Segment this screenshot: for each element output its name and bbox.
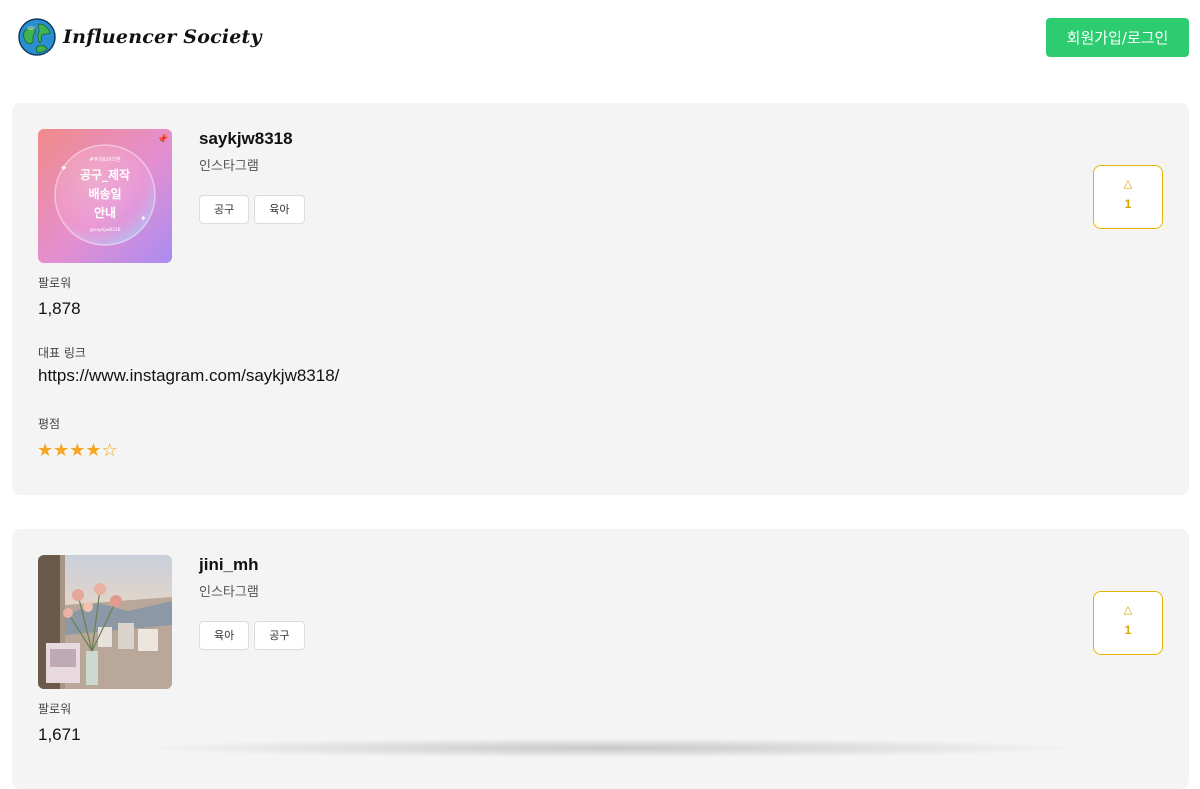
thumb-small-text: #주의&미리맨: [89, 156, 120, 163]
bottom-shadow: [130, 738, 1090, 758]
representative-link[interactable]: https://www.instagram.com/saykjw8318/: [38, 366, 339, 386]
star-filled-icon: ★: [37, 440, 54, 460]
globe-icon: [18, 18, 56, 56]
star-filled-icon: ★: [53, 440, 70, 460]
triangle-up-icon: △: [1123, 178, 1133, 190]
star-empty-icon: ☆: [101, 440, 118, 460]
tag-chip[interactable]: 공구: [254, 621, 305, 650]
tag-chip[interactable]: 육아: [199, 621, 250, 650]
svg-text:✦: ✦: [140, 214, 147, 223]
thumb-line1: 공구_제작: [80, 167, 130, 183]
followers-count: 1,878: [38, 299, 81, 318]
thumb-line2: 배송일: [88, 186, 121, 201]
username[interactable]: saykjw8318: [199, 129, 293, 149]
header: Influencer Society 회원가입/로그인: [0, 0, 1200, 76]
platform-label: 인스타그램: [199, 159, 259, 174]
followers-count: 1,671: [38, 725, 81, 744]
svg-text:📌: 📌: [157, 133, 168, 144]
profile-thumbnail[interactable]: #주의&미리맨 공구_제작 배송일 안내 @saykjw8318 ✦ ✦ 📌: [38, 129, 172, 263]
star-filled-icon: ★: [69, 440, 86, 460]
followers-label: 팔로워: [38, 276, 72, 290]
triangle-up-icon: △: [1123, 604, 1133, 616]
followers-label: 팔로워: [38, 702, 72, 716]
profile-thumbnail[interactable]: [38, 555, 172, 689]
thumb-line3: 안내: [94, 205, 116, 220]
logo-text: Influencer Society: [63, 26, 262, 48]
tag-chip[interactable]: 공구: [199, 195, 250, 224]
svg-text:✦: ✦: [60, 163, 68, 173]
rating-stars: ★ ★ ★ ★ ☆: [37, 440, 118, 460]
platform-label: 인스타그램: [199, 585, 259, 600]
star-filled-icon: ★: [85, 440, 102, 460]
vote-count: 1: [1124, 623, 1132, 637]
tag-list: 공구 육아: [199, 195, 305, 224]
tag-list: 육아 공구: [199, 621, 305, 650]
username[interactable]: jini_mh: [199, 555, 259, 575]
rating-label: 평점: [38, 417, 61, 431]
influencer-card[interactable]: #주의&미리맨 공구_제작 배송일 안내 @saykjw8318 ✦ ✦ 📌 s…: [12, 103, 1189, 495]
tag-chip[interactable]: 육아: [254, 195, 305, 224]
upvote-button[interactable]: △ 1: [1093, 165, 1163, 229]
vote-count: 1: [1124, 197, 1132, 211]
link-label: 대표 링크: [38, 346, 86, 360]
upvote-button[interactable]: △ 1: [1093, 591, 1163, 655]
thumb-handle: @saykjw8318: [89, 227, 120, 233]
signup-login-button[interactable]: 회원가입/로그인: [1046, 18, 1189, 57]
logo[interactable]: Influencer Society: [18, 18, 262, 56]
